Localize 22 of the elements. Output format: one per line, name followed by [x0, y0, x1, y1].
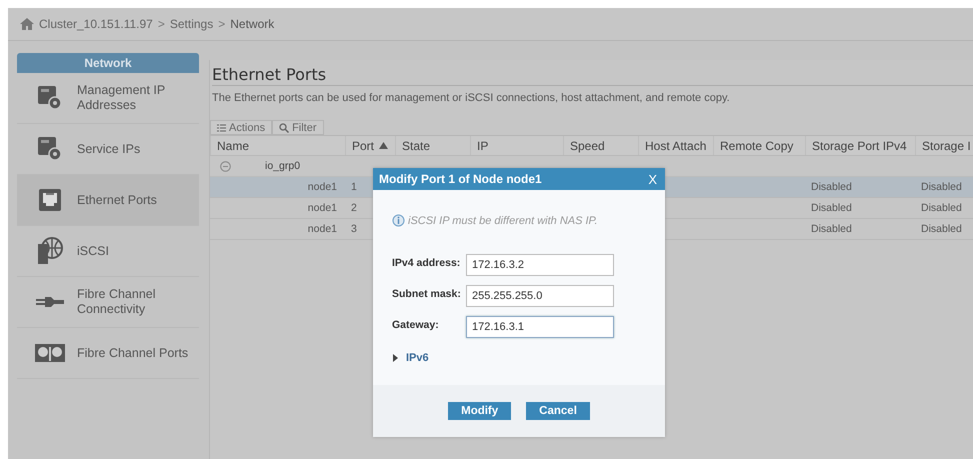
field-label: IPv4 address:: [392, 256, 462, 269]
table-cell-text: 3: [350, 223, 358, 235]
field-label: Subnet mask:: [392, 287, 462, 300]
breadcrumb-separator: >: [158, 17, 165, 31]
table-cell-text: Disabled: [810, 202, 853, 214]
table-cell-text: 1: [350, 181, 358, 193]
table-cell-text: Disabled: [810, 181, 853, 193]
dialog-title: Modify Port 1 of Node node1: [379, 172, 542, 186]
table-cell-text: node1: [306, 223, 338, 235]
sidebar-header: Network: [17, 53, 199, 73]
table-cell-text: Disabled: [810, 223, 853, 235]
breadcrumb-separator: >: [218, 17, 226, 31]
table-cell-text: Disabled: [920, 223, 963, 235]
table-cell-text: Disabled: [920, 202, 963, 214]
table-cell-text: Disabled: [920, 181, 963, 193]
table-cell-text: 2: [350, 202, 358, 214]
group-name: io_grp0: [265, 160, 300, 172]
table-cell-text: node1: [306, 202, 338, 214]
page-title: Ethernet Ports: [212, 65, 973, 86]
table-cell-text: node1: [306, 181, 338, 193]
field-label: Gateway:: [392, 318, 440, 331]
page-description: The Ethernet ports can be used for management or iSCSI connections, host attachment, and remote copy.: [212, 92, 731, 104]
